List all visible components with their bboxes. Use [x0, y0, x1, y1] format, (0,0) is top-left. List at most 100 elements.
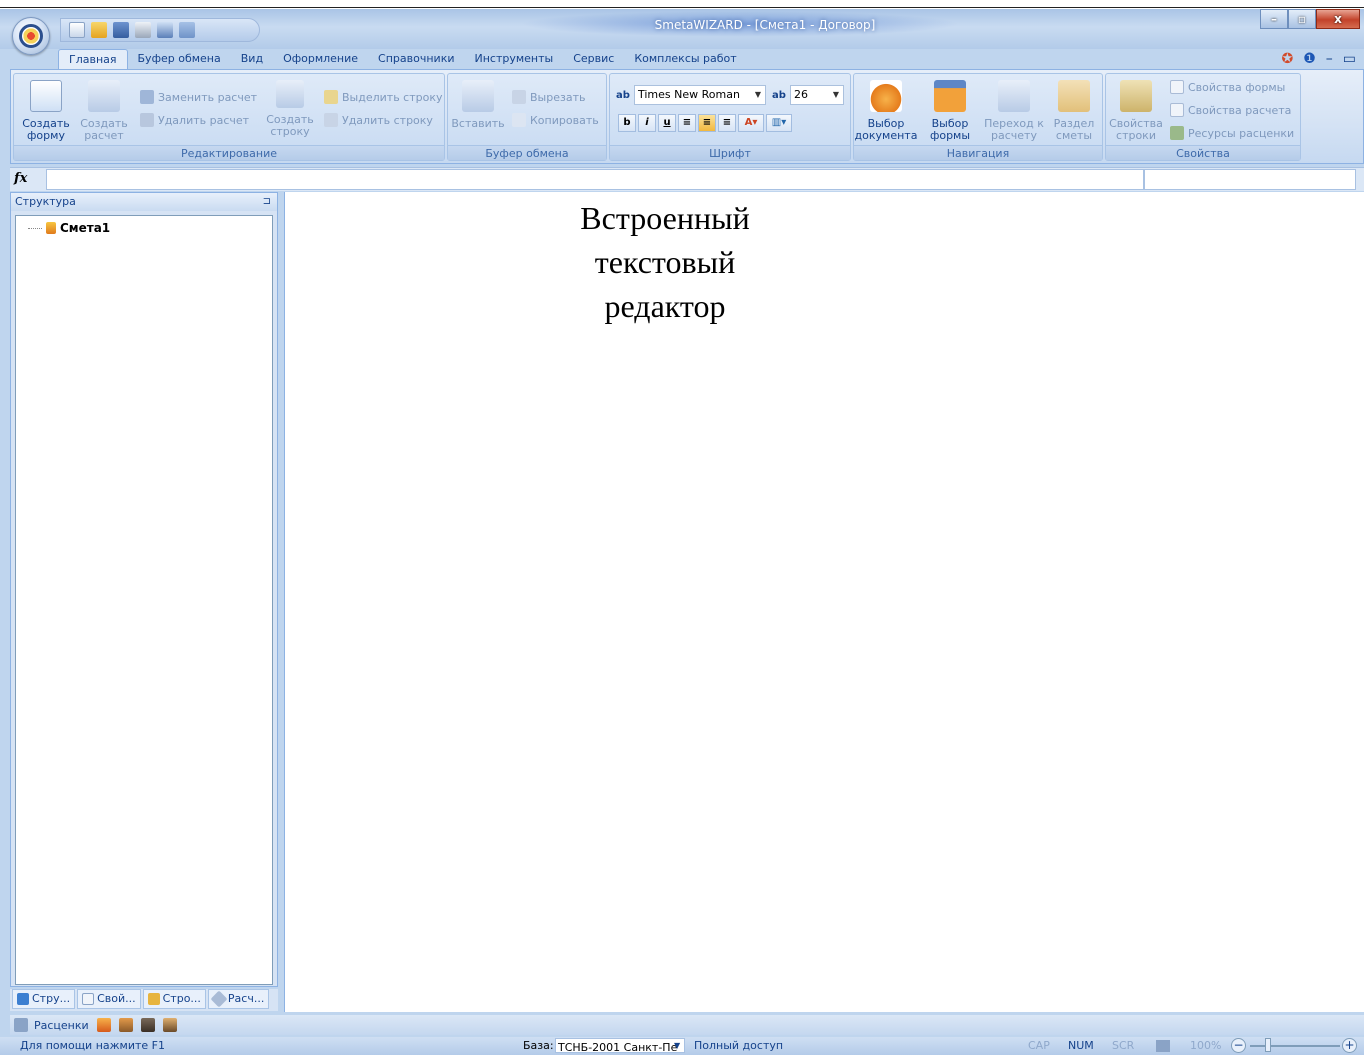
- zoom-out-button[interactable]: −: [1231, 1038, 1246, 1053]
- doc-restore-icon[interactable]: ▭: [1343, 51, 1356, 67]
- formula-extra-field[interactable]: [1144, 169, 1356, 190]
- text-editor[interactable]: Встроенный текстовый редактор: [284, 192, 1364, 1012]
- formula-input[interactable]: [46, 169, 1144, 190]
- tab-rows-label: Стро...: [162, 992, 201, 1005]
- bold-button[interactable]: b: [618, 114, 636, 132]
- tab-clipboard[interactable]: Буфер обмена: [128, 49, 231, 69]
- form-pointer-icon: [934, 80, 966, 112]
- access-level: Полный доступ: [694, 1039, 784, 1052]
- delete-row-button[interactable]: Удалить строку: [324, 111, 433, 129]
- form-properties-button[interactable]: Свойства формы: [1170, 78, 1285, 96]
- tools-icon[interactable]: [118, 1018, 133, 1032]
- bottom-toolbar: Расценки: [10, 1015, 1364, 1035]
- pin-icon[interactable]: ⊐: [263, 193, 271, 211]
- align-center-button[interactable]: ≡: [698, 114, 716, 132]
- preview-icon[interactable]: [157, 22, 173, 38]
- create-form-button[interactable]: Создать форму: [18, 80, 74, 142]
- editor-line: текстовый: [594, 244, 736, 280]
- tab-design[interactable]: Оформление: [273, 49, 368, 69]
- create-row-button[interactable]: Создать строку: [262, 80, 318, 138]
- prices-button[interactable]: Расценки: [14, 1018, 89, 1032]
- tab-work-sets[interactable]: Комплексы работ: [624, 49, 746, 69]
- create-calc-icon: [88, 80, 120, 112]
- zoom-slider[interactable]: [1250, 1045, 1340, 1047]
- ribbon-right-controls: ✪ ❶ – ▭: [1281, 51, 1356, 67]
- align-left-button[interactable]: ≡: [678, 114, 696, 132]
- chevron-down-icon: ▼: [754, 90, 762, 99]
- tree-node-label: Смета1: [60, 221, 111, 235]
- print-icon[interactable]: [135, 22, 151, 38]
- structure-tree[interactable]: Смета1: [15, 215, 273, 985]
- select-row-label: Выделить строку: [342, 90, 443, 104]
- maximize-button[interactable]: ▫: [1288, 9, 1316, 29]
- tab-references[interactable]: Справочники: [368, 49, 464, 69]
- tab-calcs[interactable]: Расч...: [207, 989, 270, 1009]
- app-menu-button[interactable]: [12, 17, 50, 55]
- delete-calc-button[interactable]: Удалить расчет: [140, 111, 249, 129]
- materials-icon[interactable]: [162, 1018, 177, 1032]
- cut-button[interactable]: Вырезать: [512, 88, 585, 106]
- group-font: ab Times New Roman ▼ ab 26 ▼ b i u ≡ ≡ ≡…: [609, 73, 851, 161]
- goto-calc-button[interactable]: Переход к расчету: [984, 80, 1044, 142]
- row-properties-button[interactable]: Свойства строки: [1108, 80, 1164, 142]
- copy-icon: [512, 113, 526, 127]
- zoom-in-button[interactable]: +: [1342, 1038, 1357, 1053]
- tab-service[interactable]: Сервис: [563, 49, 624, 69]
- hand-pointer-icon: [870, 80, 902, 112]
- price-resources-button[interactable]: Ресурсы расценки: [1170, 124, 1294, 142]
- font-size-icon: ab: [772, 89, 786, 101]
- calc-properties-button[interactable]: Свойства расчета: [1170, 101, 1291, 119]
- select-row-button[interactable]: Выделить строку: [324, 88, 443, 106]
- choose-form-button[interactable]: Выбор формы: [922, 80, 978, 142]
- panel-tabs: Стру... Свой... Стро... Расч...: [10, 989, 278, 1011]
- tab-properties[interactable]: Свой...: [77, 989, 141, 1009]
- tab-rows[interactable]: Стро...: [142, 989, 206, 1009]
- replace-icon: [140, 90, 154, 104]
- chevron-down-icon[interactable]: ▼: [674, 1041, 680, 1050]
- save-icon[interactable]: [113, 22, 129, 38]
- prices-label: Расценки: [34, 1018, 89, 1032]
- machine-icon[interactable]: [140, 1018, 155, 1032]
- function-icon: fx: [14, 171, 28, 186]
- tab-properties-label: Свой...: [97, 992, 136, 1005]
- layout-icon[interactable]: [1156, 1040, 1170, 1052]
- italic-button[interactable]: i: [638, 114, 656, 132]
- font-size-select[interactable]: 26 ▼: [790, 85, 844, 105]
- paste-button[interactable]: Вставить: [450, 80, 506, 130]
- scissors-icon: [512, 90, 526, 104]
- open-icon[interactable]: [91, 22, 107, 38]
- underline-button[interactable]: u: [658, 114, 676, 132]
- undo-icon[interactable]: [179, 22, 195, 38]
- new-document-icon[interactable]: [69, 22, 85, 38]
- help-icon[interactable]: ✪: [1281, 51, 1293, 67]
- tab-home[interactable]: Главная: [58, 49, 128, 69]
- group-navigation-label: Навигация: [854, 145, 1102, 160]
- tab-tools[interactable]: Инструменты: [465, 49, 564, 69]
- worker-icon[interactable]: [96, 1018, 111, 1032]
- font-family-select[interactable]: Times New Roman ▼: [634, 85, 766, 105]
- formula-bar: fx: [10, 167, 1364, 191]
- replace-calc-button[interactable]: Заменить расчет: [140, 88, 257, 106]
- fill-color-button[interactable]: ▥▾: [766, 114, 792, 132]
- structure-panel-header: Структура ⊐: [11, 193, 277, 211]
- align-right-button[interactable]: ≡: [718, 114, 736, 132]
- tab-structure[interactable]: Стру...: [12, 989, 76, 1009]
- create-row-label: Создать строку: [266, 113, 314, 138]
- zoom-slider-thumb[interactable]: [1265, 1038, 1271, 1052]
- create-calc-button[interactable]: Создать расчет: [76, 80, 132, 142]
- group-clipboard-label: Буфер обмена: [448, 145, 606, 160]
- doc-minimize-icon[interactable]: –: [1326, 51, 1333, 67]
- close-button[interactable]: x: [1316, 9, 1360, 29]
- create-row-icon: [276, 80, 304, 108]
- editor-line: Встроенный: [580, 200, 750, 236]
- info-icon[interactable]: ❶: [1303, 51, 1316, 67]
- choose-document-button[interactable]: Выбор документа: [854, 80, 918, 142]
- editor-content[interactable]: Встроенный текстовый редактор: [515, 196, 815, 328]
- database-select[interactable]: ТСНБ-2001 Санкт-Пе: [555, 1038, 685, 1053]
- tab-view[interactable]: Вид: [231, 49, 273, 69]
- copy-button[interactable]: Копировать: [512, 111, 599, 129]
- estimate-section-button[interactable]: Раздел сметы: [1046, 80, 1102, 142]
- minimize-button[interactable]: –: [1260, 9, 1288, 29]
- text-color-button[interactable]: A▾: [738, 114, 764, 132]
- tree-node[interactable]: Смета1: [28, 221, 110, 235]
